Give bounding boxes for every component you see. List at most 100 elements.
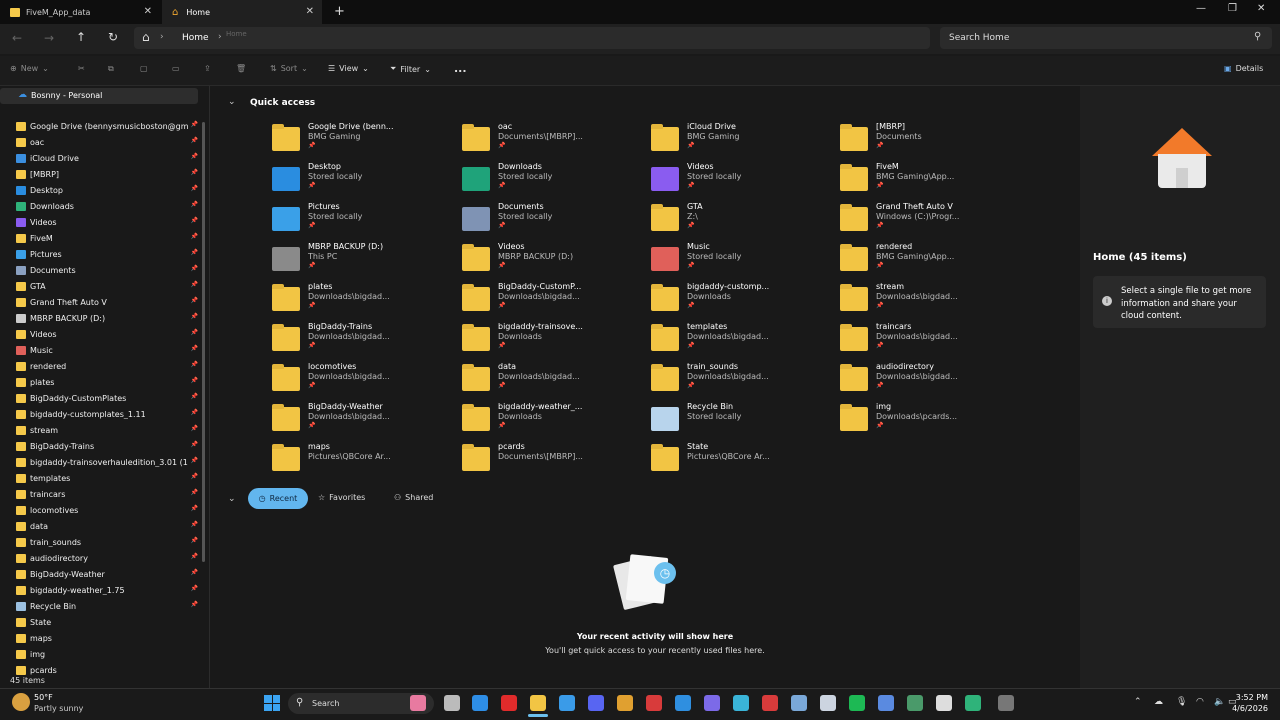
sidebar-item[interactable]: FiveM 📌 [16, 230, 198, 246]
discord-icon[interactable] [588, 695, 604, 711]
sidebar-item[interactable]: plates 📌 [16, 374, 198, 390]
sidebar-item[interactable]: Recycle Bin 📌 [16, 598, 198, 614]
address-field[interactable] [134, 27, 930, 49]
sidebar-item[interactable]: templates 📌 [16, 470, 198, 486]
quick-access-item[interactable]: data Downloads\bigdad... 📌 [462, 362, 642, 402]
more-options-button[interactable]: ... [454, 62, 467, 75]
sidebar-item[interactable]: MBRP BACKUP (D:) 📌 [16, 310, 198, 326]
quick-access-item[interactable]: Downloads Stored locally 📌 [462, 162, 642, 202]
monitor-icon[interactable] [936, 695, 952, 711]
start-button[interactable] [264, 695, 280, 711]
spotify-icon[interactable] [849, 695, 865, 711]
edge-icon[interactable] [472, 695, 488, 711]
sidebar-item[interactable]: audiodirectory 📌 [16, 550, 198, 566]
quick-access-item[interactable]: iCloud Drive BMG Gaming 📌 [651, 122, 831, 162]
sidebar-item[interactable]: iCloud Drive 📌 [16, 150, 198, 166]
quick-access-item[interactable]: Videos Stored locally 📌 [651, 162, 831, 202]
chrome-icon[interactable] [617, 695, 633, 711]
acrobat-icon[interactable] [646, 695, 662, 711]
sidebar-item[interactable]: [MBRP] 📌 [16, 166, 198, 182]
recent-filter-button[interactable]: ◷ Recent [248, 488, 308, 509]
sidebar-item[interactable]: State [16, 614, 198, 630]
new-button[interactable]: ⊕ New ⌄ [10, 64, 49, 73]
quick-access-item[interactable]: traincars Downloads\bigdad... 📌 [840, 322, 1020, 362]
chevron-down-icon[interactable]: ⌄ [228, 494, 236, 504]
sidebar-item[interactable]: GTA 📌 [16, 278, 198, 294]
sidebar-item[interactable]: BigDaddy-Trains 📌 [16, 438, 198, 454]
paste-button[interactable]: ▢ [140, 64, 148, 73]
tab-home[interactable]: ⌂ Home ✕ [162, 0, 322, 24]
tab-fivem-app-data[interactable]: FiveM_App_data ✕ [0, 0, 160, 24]
delete-button[interactable]: 🗑 [236, 64, 246, 73]
weather-icon[interactable] [12, 693, 30, 711]
tray-chevron-icon[interactable]: ⌃ [1134, 697, 1142, 707]
sidebar-item[interactable]: train_sounds 📌 [16, 534, 198, 550]
quick-access-item[interactable]: pcards Documents\[MBRP]... [462, 442, 642, 482]
refresh-button[interactable]: ↻ [108, 30, 118, 44]
sidebar-item[interactable]: stream 📌 [16, 422, 198, 438]
app-icon[interactable] [907, 695, 923, 711]
widgets-icon[interactable] [410, 695, 426, 711]
adobe-icon[interactable] [762, 695, 778, 711]
quick-access-item[interactable]: Recycle Bin Stored locally [651, 402, 831, 442]
copy-button[interactable]: ⧉ [108, 64, 114, 74]
youtube-icon[interactable] [501, 695, 517, 711]
task-view-icon[interactable] [444, 695, 460, 711]
quick-access-item[interactable]: FiveM BMG Gaming\App... 📌 [840, 162, 1020, 202]
new-tab-button[interactable]: + [334, 4, 345, 19]
quick-access-item[interactable]: bigdaddy-trainsove... Downloads 📌 [462, 322, 642, 362]
view-button[interactable]: ☰ View ⌄ [328, 64, 369, 73]
editor-icon[interactable] [878, 695, 894, 711]
sidebar-item[interactable]: Downloads 📌 [16, 198, 198, 214]
quick-access-item[interactable]: Music Stored locally 📌 [651, 242, 831, 282]
sidebar-item[interactable]: bigdaddy-weather_1.75 📌 [16, 582, 198, 598]
quick-access-item[interactable]: BigDaddy-CustomP... Downloads\bigdad... 📌 [462, 282, 642, 322]
sidebar-item[interactable]: bigdaddy-customplates_1.11 📌 [16, 406, 198, 422]
app-grid-icon[interactable] [704, 695, 720, 711]
quick-access-item[interactable]: Pictures Stored locally 📌 [272, 202, 452, 242]
back-button[interactable]: ← [12, 31, 22, 45]
forward-button[interactable]: → [44, 31, 54, 45]
quick-access-item[interactable]: templates Downloads\bigdad... 📌 [651, 322, 831, 362]
sidebar-item[interactable]: Pictures 📌 [16, 246, 198, 262]
quick-access-item[interactable]: img Downloads\pcards... 📌 [840, 402, 1020, 442]
sidebar-item[interactable]: Desktop 📌 [16, 182, 198, 198]
rename-button[interactable]: ▭ [172, 64, 180, 73]
share-button[interactable]: ⇪ [204, 64, 211, 73]
sidebar-item[interactable]: traincars 📌 [16, 486, 198, 502]
quick-access-item[interactable]: Videos MBRP BACKUP (D:) 📌 [462, 242, 642, 282]
sidebar-item[interactable]: oac 📌 [16, 134, 198, 150]
vscode-icon[interactable] [675, 695, 691, 711]
quick-access-item[interactable]: bigdaddy-customp... Downloads 📌 [651, 282, 831, 322]
shared-filter-button[interactable]: ⚇ Shared [394, 493, 433, 502]
sidebar-item[interactable]: Documents 📌 [16, 262, 198, 278]
up-button[interactable]: ↑ [76, 30, 86, 44]
quick-access-item[interactable]: Documents Stored locally 📌 [462, 202, 642, 242]
close-tab-icon[interactable]: ✕ [306, 6, 314, 17]
clock-time[interactable]: 3:52 PM [1234, 693, 1268, 702]
document-icon[interactable] [820, 695, 836, 711]
minimize-button[interactable]: — [1196, 3, 1206, 14]
quick-access-item[interactable]: State Pictures\QBCore Ar... [651, 442, 831, 482]
sidebar-item[interactable]: BigDaddy-CustomPlates 📌 [16, 390, 198, 406]
sort-button[interactable]: ⇅ Sort ⌄ [270, 64, 308, 73]
quick-access-item[interactable]: BigDaddy-Trains Downloads\bigdad... 📌 [272, 322, 452, 362]
quick-access-item[interactable]: plates Downloads\bigdad... 📌 [272, 282, 452, 322]
quick-access-item[interactable]: bigdaddy-weather_... Downloads 📌 [462, 402, 642, 442]
quick-access-item[interactable]: BigDaddy-Weather Downloads\bigdad... 📌 [272, 402, 452, 442]
copilot-icon[interactable] [733, 695, 749, 711]
sidebar-item[interactable]: maps [16, 630, 198, 646]
sidebar-item[interactable]: Videos 📌 [16, 326, 198, 342]
sidebar-item[interactable]: data 📌 [16, 518, 198, 534]
quick-access-item[interactable]: MBRP BACKUP (D:) This PC 📌 [272, 242, 452, 282]
quick-access-item[interactable]: Google Drive (benn... BMG Gaming 📌 [272, 122, 452, 162]
breadcrumb-home[interactable]: Home [182, 33, 209, 43]
clock-date[interactable]: 4/6/2026 [1226, 704, 1268, 713]
quick-access-item[interactable]: locomotives Downloads\bigdad... 📌 [272, 362, 452, 402]
drive-icon[interactable] [965, 695, 981, 711]
sidebar-item[interactable]: Videos 📌 [16, 214, 198, 230]
sidebar-item[interactable]: Google Drive (bennysmusicboston@gmail.co… [16, 118, 198, 134]
quick-access-item[interactable]: rendered BMG Gaming\App... 📌 [840, 242, 1020, 282]
quick-access-item[interactable]: stream Downloads\bigdad... 📌 [840, 282, 1020, 322]
maximize-button[interactable]: ❐ [1228, 3, 1237, 14]
